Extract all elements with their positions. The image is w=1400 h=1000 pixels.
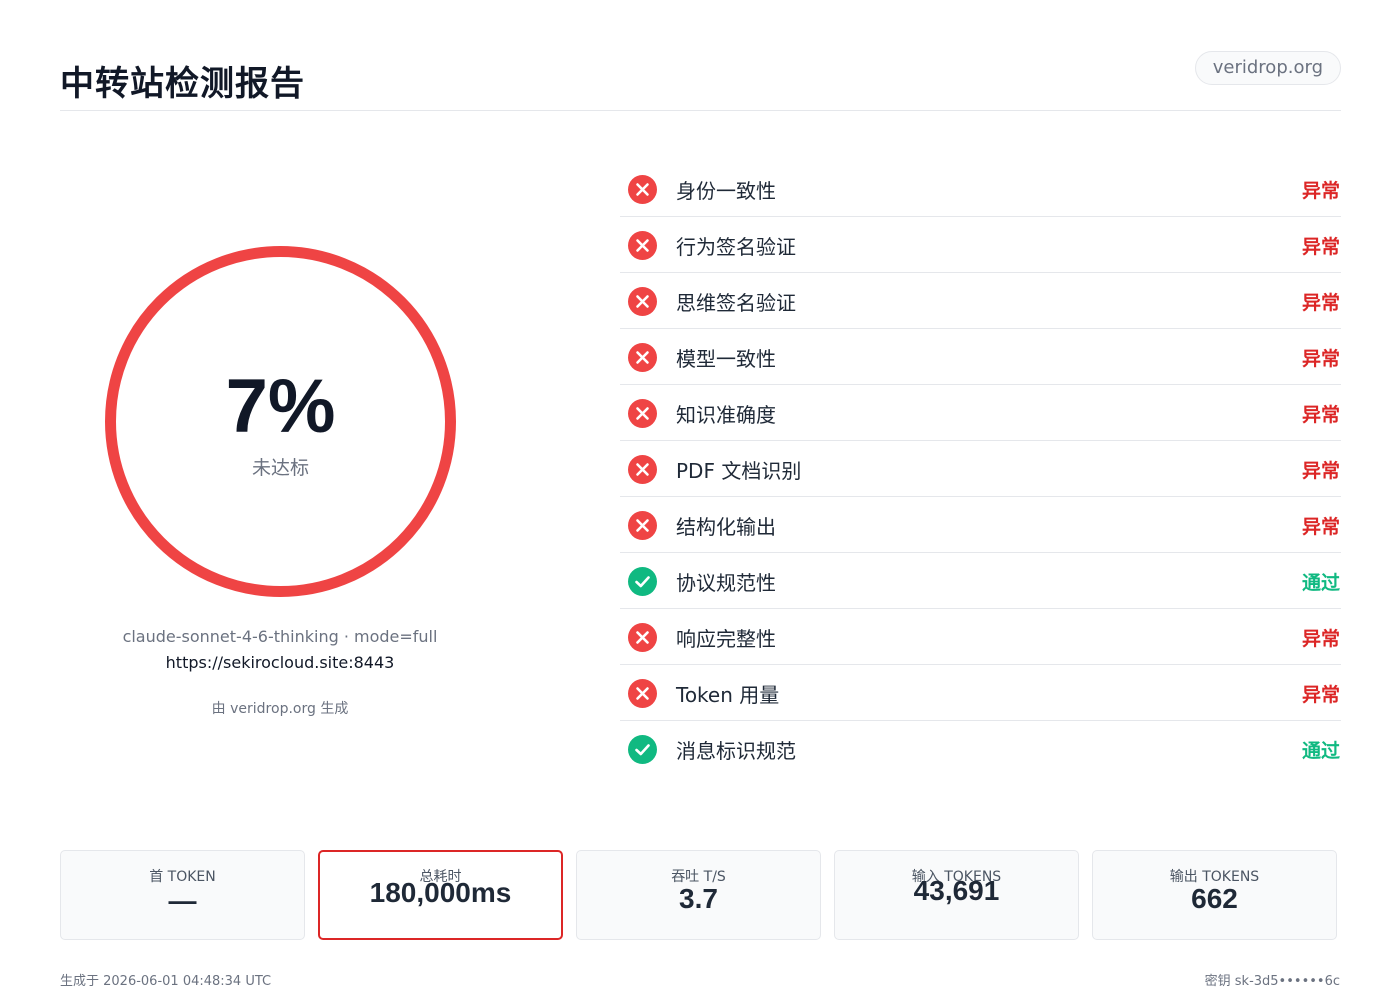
- check-row: 身份一致性 异常: [620, 161, 1341, 217]
- check-name: Token 用量: [676, 683, 780, 707]
- check-name: 知识准确度: [676, 403, 776, 427]
- x-circle-icon: [628, 455, 657, 484]
- check-name: 行为签名验证: [676, 235, 796, 259]
- check-row: Token 用量 异常: [620, 665, 1341, 721]
- stat-card: 首 TOKEN —: [60, 850, 305, 940]
- stat-card: 输入 TOKENS 43,691: [834, 850, 1079, 940]
- check-status: 异常: [1301, 236, 1340, 258]
- check-status: 异常: [1301, 348, 1340, 370]
- domain-badge[interactable]: veridrop.org: [1194, 51, 1341, 85]
- check-name: 消息标识规范: [676, 739, 796, 763]
- stat-label: 首 TOKEN: [149, 869, 216, 885]
- x-circle-icon: [628, 175, 657, 204]
- check-row: 思维签名验证 异常: [620, 273, 1341, 329]
- stat-value: —: [168, 885, 197, 916]
- check-row: 协议规范性 通过: [620, 553, 1341, 609]
- check-status: 异常: [1301, 684, 1340, 706]
- stat-value: 3.7: [679, 883, 718, 914]
- x-circle-icon: [628, 623, 657, 652]
- check-name: PDF 文档识别: [676, 459, 802, 483]
- check-name: 思维签名验证: [676, 291, 796, 315]
- check-status: 异常: [1301, 404, 1340, 426]
- check-status: 异常: [1301, 292, 1340, 314]
- check-row: 行为签名验证 异常: [620, 217, 1341, 273]
- check-status: 通过: [1301, 572, 1340, 594]
- check-name: 协议规范性: [676, 571, 776, 595]
- generated-timestamp: 生成于 2026-06-01 04:48:34 UTC: [60, 974, 272, 989]
- check-circle-icon: [628, 567, 657, 596]
- check-status: 异常: [1301, 628, 1340, 650]
- check-row: 响应完整性 异常: [620, 609, 1341, 665]
- report-header: 中转站检测报告 veridrop.org: [60, 48, 1341, 111]
- check-name: 结构化输出: [676, 515, 776, 539]
- x-circle-icon: [628, 511, 657, 540]
- check-row: 消息标识规范 通过: [620, 721, 1341, 777]
- stat-value: 43,691: [913, 875, 1000, 906]
- api-key-masked: 密钥 sk-3d5••••••6c: [1204, 974, 1340, 989]
- stat-value: 662: [1191, 883, 1238, 914]
- check-row: PDF 文档识别 异常: [620, 441, 1341, 497]
- x-circle-icon: [628, 399, 657, 428]
- check-status: 异常: [1301, 180, 1340, 202]
- check-row: 结构化输出 异常: [620, 497, 1341, 553]
- x-circle-icon: [628, 679, 657, 708]
- check-name: 身份一致性: [676, 179, 776, 203]
- score-label: 未达标: [251, 457, 309, 479]
- score-value: 7%: [225, 364, 336, 449]
- stat-card: 吞吐 T/S 3.7: [576, 850, 821, 940]
- stat-card: 输出 TOKENS 662: [1092, 850, 1337, 940]
- x-circle-icon: [628, 343, 657, 372]
- x-circle-icon: [628, 287, 657, 316]
- stat-card: 总耗时 180,000ms: [318, 850, 563, 940]
- check-circle-icon: [628, 735, 657, 764]
- model-mode-line: claude-sonnet-4-6-thinking · mode=full: [122, 627, 438, 646]
- endpoint-url[interactable]: https://sekirocloud.site:8443: [60, 653, 500, 672]
- check-name: 模型一致性: [676, 347, 776, 371]
- x-circle-icon: [628, 231, 657, 260]
- check-status: 通过: [1301, 740, 1340, 762]
- generated-by-note: 由 veridrop.org 生成: [211, 701, 349, 717]
- stat-value: 180,000ms: [369, 877, 512, 908]
- check-row: 模型一致性 异常: [620, 329, 1341, 385]
- check-status: 异常: [1301, 516, 1340, 538]
- check-row: 知识准确度 异常: [620, 385, 1341, 441]
- check-list: 身份一致性 异常 行为签名验证 异常 思维签名验证 异常 模型一致性 异常 知识准确度 异常 PDF…: [620, 161, 1341, 777]
- check-name: 响应完整性: [676, 627, 776, 651]
- page-title: 中转站检测报告: [60, 64, 305, 104]
- check-status: 异常: [1301, 460, 1340, 482]
